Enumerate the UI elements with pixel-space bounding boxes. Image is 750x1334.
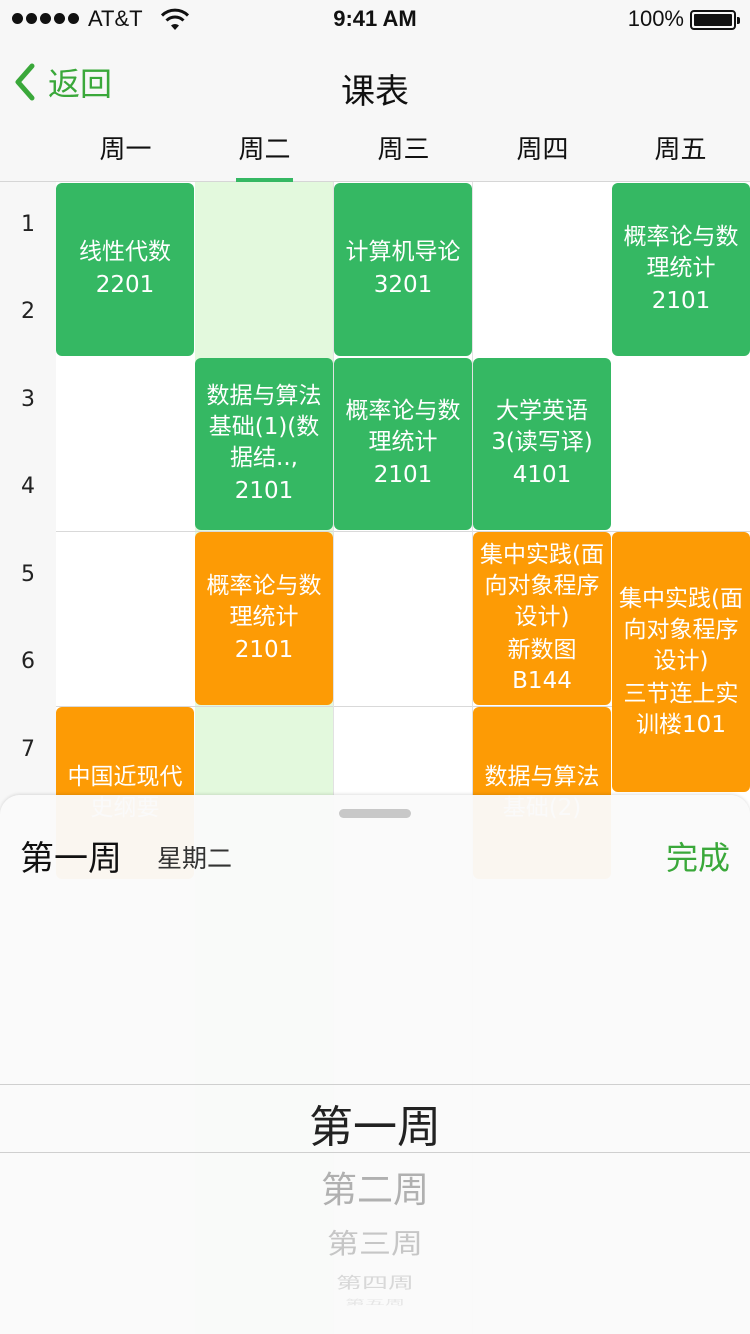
picker-selection-top <box>0 1084 750 1085</box>
navigation-bar: 返回 课表 <box>0 40 750 128</box>
week-picker-sheet: 第一周 星期二 完成 第一周 第二周 第三周 第四周 第五周 <box>0 795 750 1334</box>
period-number: 7 <box>21 737 35 762</box>
picker-option[interactable]: 第五周 <box>0 1296 750 1306</box>
picker-option[interactable]: 第一周 <box>0 1091 750 1155</box>
period-number: 1 <box>21 212 35 237</box>
course-card[interactable]: 概率论与数理统计 2101 <box>195 532 333 705</box>
period-number: 2 <box>21 299 35 324</box>
course-name: 集中实践(面向对象程序设计) <box>619 585 743 674</box>
period-number: 4 <box>21 474 35 499</box>
course-card[interactable]: 计算机导论 3201 <box>334 183 472 356</box>
course-name: 线性代数 <box>79 239 171 266</box>
sheet-drag-handle[interactable] <box>339 809 411 818</box>
status-bar: AT&T 9:41 AM 100% <box>0 0 750 40</box>
course-room: 三节连上实训楼101 <box>623 680 739 738</box>
tab-tuesday[interactable]: 周二 <box>195 128 334 182</box>
course-name: 概率论与数理统计 <box>345 398 461 456</box>
course-room: 新数图B144 <box>507 636 577 694</box>
battery-percentage: 100% <box>627 6 684 31</box>
period-number: 6 <box>21 649 35 674</box>
picker-option[interactable]: 第二周 <box>0 1161 750 1213</box>
course-room: 4101 <box>512 462 572 489</box>
course-room: 3201 <box>373 272 433 299</box>
course-card[interactable]: 线性代数 2201 <box>56 183 194 356</box>
course-card[interactable]: 集中实践(面向对象程序设计) 新数图B144 <box>473 532 611 705</box>
selected-day-label: 星期二 <box>157 844 233 873</box>
tab-friday[interactable]: 周五 <box>611 128 750 182</box>
selected-week-label: 第一周 <box>20 839 122 879</box>
period-number: 5 <box>21 562 35 587</box>
course-card[interactable]: 集中实践(面向对象程序设计) 三节连上实训楼101 <box>612 532 750 793</box>
tab-thursday[interactable]: 周四 <box>473 128 612 182</box>
course-room: 2101 <box>234 477 294 504</box>
page-title: 课表 <box>341 72 409 112</box>
course-name: 数据与算法基础(1)(数据结.., <box>206 382 322 471</box>
course-card[interactable]: 概率论与数理统计 2101 <box>612 183 750 356</box>
course-name: 集中实践(面向对象程序设计) <box>480 541 604 630</box>
period-number: 3 <box>21 387 35 412</box>
picker-option[interactable]: 第三周 <box>0 1222 750 1261</box>
course-card[interactable]: 概率论与数理统计 2101 <box>334 357 472 531</box>
course-name: 概率论与数理统计 <box>206 572 322 630</box>
course-room: 2101 <box>651 287 711 314</box>
course-card[interactable]: 大学英语3(读写译) 4101 <box>473 357 611 531</box>
battery-icon <box>690 10 740 30</box>
course-room: 2101 <box>373 462 433 489</box>
picker-option[interactable]: 第四周 <box>0 1270 750 1292</box>
course-name: 概率论与数理统计 <box>623 223 739 281</box>
course-name: 大学英语3(读写译) <box>491 398 593 456</box>
course-card[interactable]: 数据与算法基础(1)(数据结.., 2101 <box>195 357 333 531</box>
tab-wednesday[interactable]: 周三 <box>334 128 473 182</box>
weekday-header: 周一 周二 周三 周四 周五 <box>0 128 750 182</box>
course-room: 2201 <box>95 272 155 299</box>
tab-monday[interactable]: 周一 <box>56 128 195 182</box>
course-room: 2101 <box>234 636 294 663</box>
done-button[interactable]: 完成 <box>666 833 730 879</box>
course-name: 计算机导论 <box>345 239 461 266</box>
